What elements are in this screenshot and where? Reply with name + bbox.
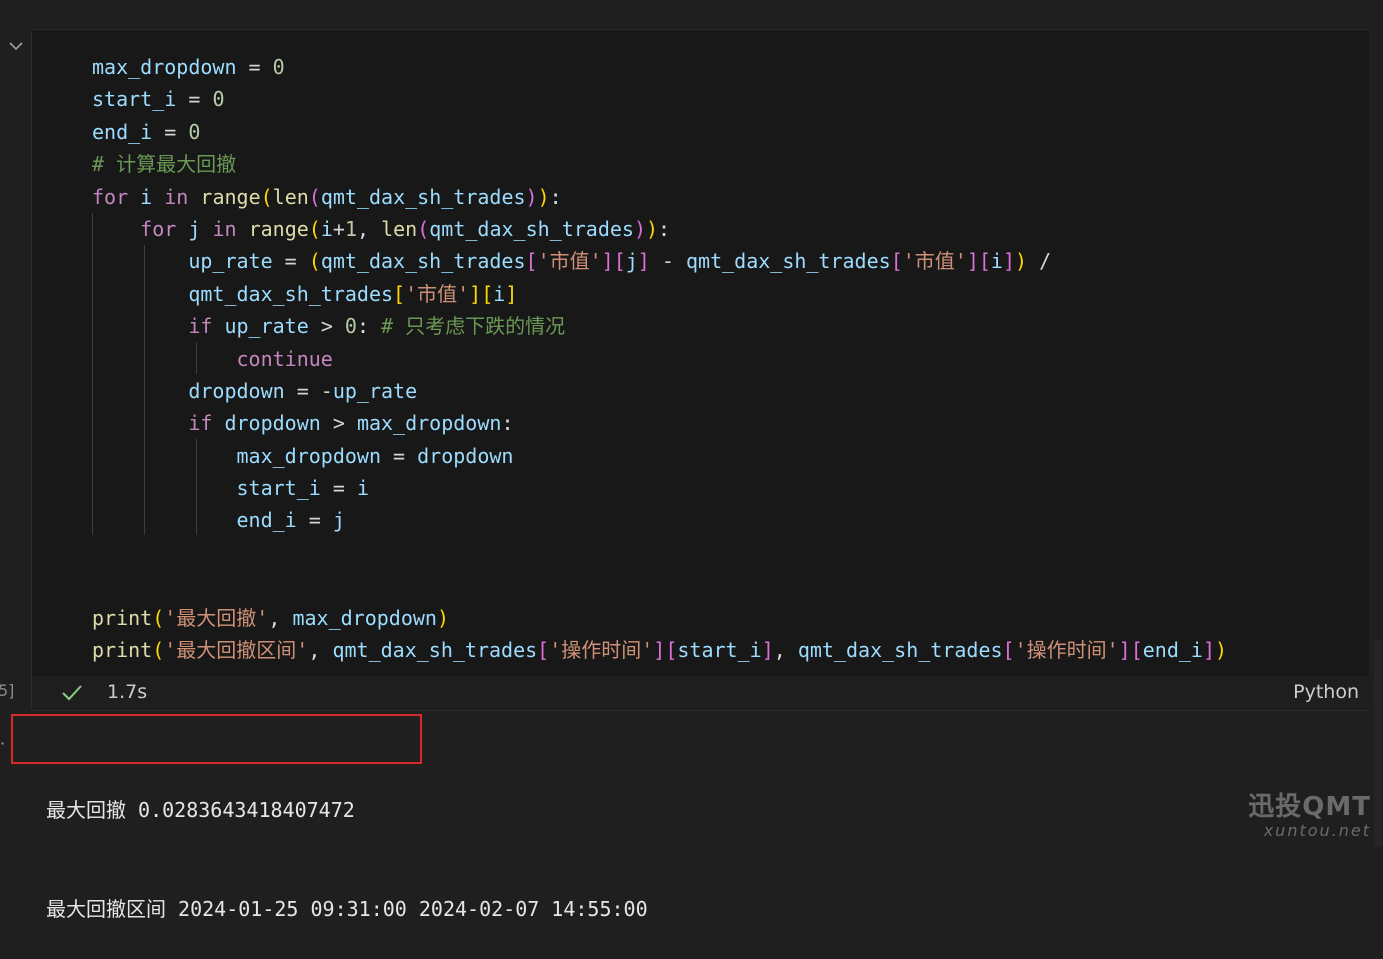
code-line[interactable] (92, 569, 1227, 601)
code-line[interactable]: end_i = 0 (92, 116, 1227, 148)
watermark-site: xuntou.net (1263, 821, 1371, 840)
code-line[interactable]: qmt_dax_sh_trades['市值'][i] (92, 278, 1227, 310)
highlight-annotation-box (11, 714, 422, 764)
code-line[interactable]: for i in range(len(qmt_dax_sh_trades)): (92, 181, 1227, 213)
collapse-cell-chevron-icon[interactable] (6, 36, 26, 56)
code-line[interactable]: max_dropdown = 0 (92, 51, 1227, 83)
code-line[interactable]: dropdown = -up_rate (92, 375, 1227, 407)
code-line[interactable]: # 计算最大回撤 (92, 148, 1227, 180)
code-line[interactable]: continue (92, 343, 1227, 375)
code-line[interactable]: start_i = i (92, 472, 1227, 504)
output-line: 最大回撤区间 2024-01-25 09:31:00 2024-02-07 14… (46, 897, 648, 921)
code-line[interactable]: print('最大回撤区间', qmt_dax_sh_trades['操作时间'… (92, 634, 1227, 666)
watermark-brand: 迅投QMT (1248, 792, 1371, 822)
output-line: 最大回撤 0.0283643418407472 (46, 798, 355, 822)
execution-duration: 1.7s (107, 681, 148, 703)
cell-language-label[interactable]: Python (1293, 681, 1359, 703)
watermark: 迅投QMT xuntou.net (1248, 786, 1371, 840)
code-line[interactable] (92, 537, 1227, 569)
scrollbar[interactable] (1374, 640, 1383, 847)
code-line[interactable]: print('最大回撤', max_dropdown) (92, 602, 1227, 634)
code-content[interactable]: max_dropdown = 0 start_i = 0 end_i = 0 # 计算… (92, 51, 1227, 666)
code-line[interactable]: up_rate = (qmt_dax_sh_trades['市值'][j] - … (92, 245, 1227, 277)
success-check-icon (60, 681, 84, 705)
code-line[interactable]: max_dropdown = dropdown (92, 440, 1227, 472)
code-line[interactable]: start_i = 0 (92, 83, 1227, 115)
code-line[interactable]: for j in range(i+1, len(qmt_dax_sh_trade… (92, 213, 1227, 245)
cell-status-bar: 1.7s Python (32, 676, 1369, 710)
code-line[interactable]: if dropdown > max_dropdown: (92, 407, 1227, 439)
code-line[interactable]: end_i = j (92, 504, 1227, 536)
execution-count: 5] (0, 681, 15, 700)
code-line[interactable]: if up_rate > 0: # 只考虑下跌的情况 (92, 310, 1227, 342)
output-menu-icon[interactable]: · (0, 734, 5, 753)
